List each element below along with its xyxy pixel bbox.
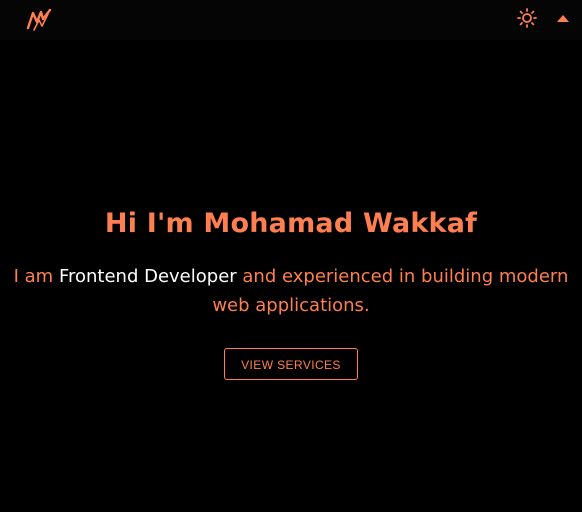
hero-title: Hi I'm Mohamad Wakkaf <box>104 208 478 239</box>
sun-icon[interactable] <box>517 8 537 28</box>
view-services-button[interactable]: VIEW SERVICES <box>224 348 358 380</box>
chevron-up-icon[interactable] <box>555 12 571 24</box>
hero-section: Hi I'm Mohamad Wakkaf I am Frontend Deve… <box>0 206 582 380</box>
hero-subtitle: I am Frontend Developer and experienced … <box>11 262 571 320</box>
subtitle-highlight: Frontend Developer <box>58 266 237 287</box>
subtitle-suffix: and experienced in building modern web a… <box>212 266 569 316</box>
logo-icon[interactable] <box>26 8 52 32</box>
subtitle-prefix: I am <box>13 266 59 287</box>
top-navbar <box>0 0 582 40</box>
